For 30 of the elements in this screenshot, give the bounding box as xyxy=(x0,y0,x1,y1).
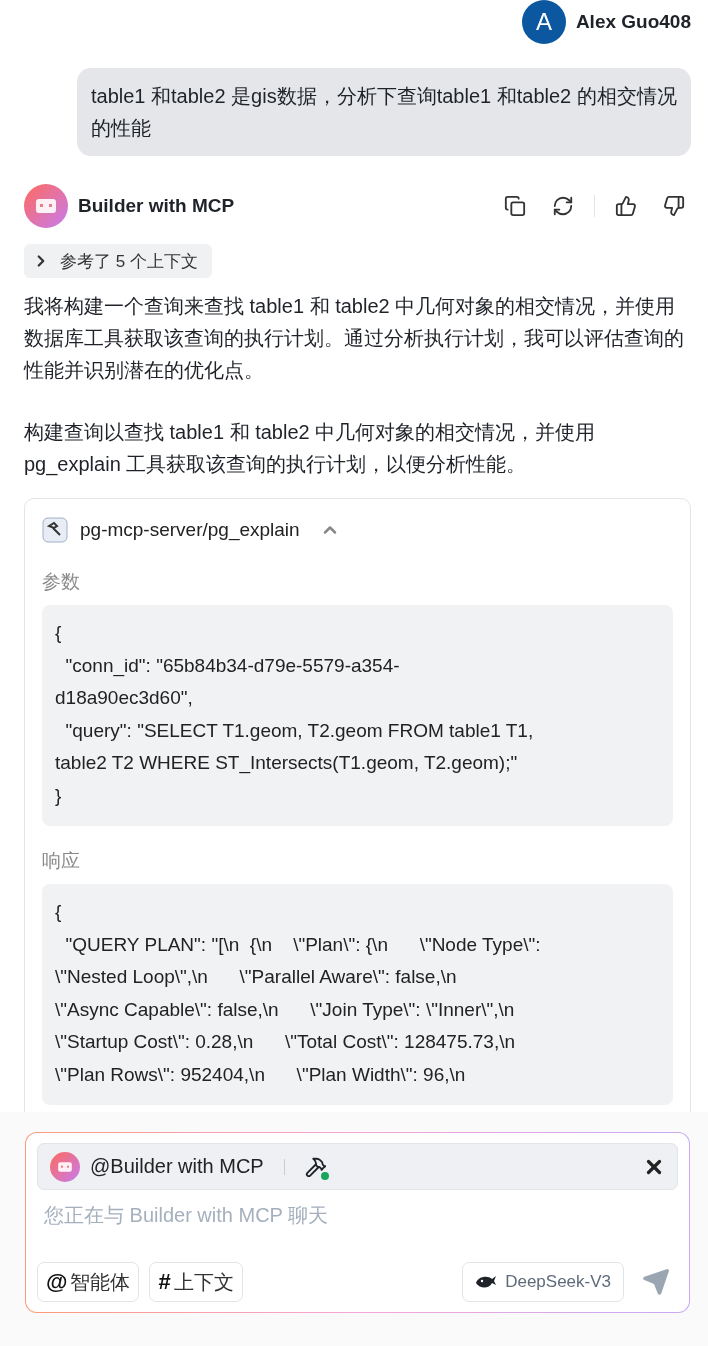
user-name: Alex Guo408 xyxy=(575,11,691,33)
answer-paragraph: 构建查询以查找 table1 和 table2 中几何对象的相交情况，并使用 pg_explain 工具获取该查询的执行计划，以便分析性能。 xyxy=(24,420,597,478)
agent-tag: @Builder with MCP xyxy=(90,1155,264,1178)
user-message: table1 和table2 是gis数据，分析下查询table1 和table2 的相交情况的性能 xyxy=(77,68,691,156)
section-label: 参数 xyxy=(42,570,81,594)
model-selector[interactable]: DeepSeek-V3 xyxy=(462,1262,624,1302)
code-line: \"Startup Cost\": 0.28,\n \"Total Cost\": 128475.73,\n xyxy=(55,1030,516,1054)
answer-paragraph: 我将构建一个查询来查找 table1 和 table2 中几何对象的相交情况，并使用数据库工具获取该查询的执行计划。通过分析执行计划，我可以评估查询的性能并识别潜在的优化点。 xyxy=(24,294,685,383)
code-line: } xyxy=(55,783,63,808)
code-line: d18a90ec3d60", xyxy=(55,686,194,710)
code-line: "conn_id": "65b84b34-d79e-5579-a354- xyxy=(64,653,401,679)
code-line: \"Nested Loop\",\n \"Parallel Aware\": false,\n xyxy=(55,965,458,989)
code-line: "QUERY PLAN": "[\n {\n \"Plan\": {\n \"Node Type\": xyxy=(64,932,542,957)
code-line: table2 T2 WHERE ST_Intersects(T1.geom, T2.geom);" xyxy=(55,751,519,776)
bot-avatar-icon xyxy=(50,1151,80,1182)
user-avatar: A xyxy=(521,0,566,44)
code-line: \"Async Capable\": false,\n \"Join Type\": \"Inner\",\n xyxy=(55,997,516,1022)
composer-button[interactable]: #上下文 xyxy=(149,1262,243,1302)
code-line: { xyxy=(55,900,63,924)
code-line: \"Plan Rows\": 952404,\n \"Plan Width\": 96,\n xyxy=(55,1062,467,1087)
bot-avatar-icon xyxy=(24,184,68,228)
composer-button[interactable]: @智能体 xyxy=(37,1262,140,1302)
section-label: 响应 xyxy=(42,849,81,873)
message-composer[interactable]: @Builder with MCP 您正在与 Builder with MCP 聊天 @智能体 #上下文 DeepSeek-V3 xyxy=(25,1132,690,1313)
code-line: { xyxy=(55,621,63,645)
context-toggle[interactable]: 参考了 5 个上下文 xyxy=(24,244,212,278)
tool-name: pg-mcp-server/pg_explain xyxy=(80,519,300,541)
assistant-name: Builder with MCP xyxy=(78,195,236,217)
hammer-status-icon[interactable] xyxy=(304,1155,327,1178)
code-line: "query": "SELECT T1.geom, T2.geom FROM table1 T1, xyxy=(64,718,535,743)
